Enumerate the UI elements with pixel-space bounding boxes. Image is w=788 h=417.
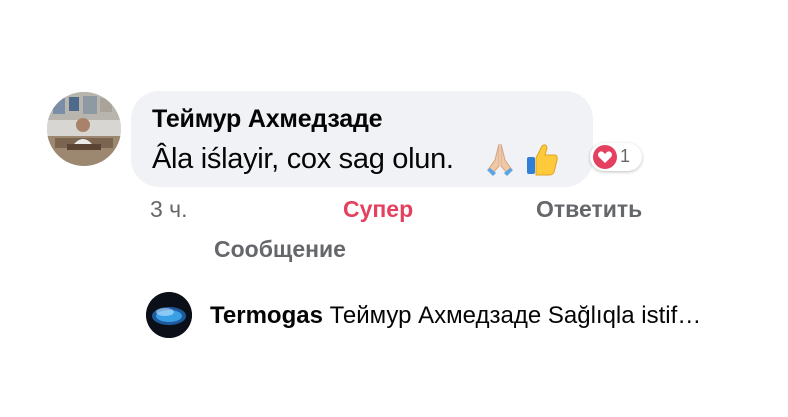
reply-author-name[interactable]: Termogas [210,302,323,329]
comment-timestamp[interactable]: 3 ч. [150,196,188,223]
heart-icon [593,145,617,169]
super-reaction-button[interactable]: Супер [343,196,413,223]
reply-preview-text: Теймур Ахмедзаде Sağlıqla istif… [329,302,702,329]
commenter-avatar[interactable] [47,92,121,166]
thumbs-up-icon [527,144,558,176]
termogas-logo-icon [146,292,192,338]
message-button[interactable]: Сообщение [214,236,346,263]
reaction-count: 1 [620,146,631,166]
reply-author-avatar[interactable] [146,292,192,338]
comment-author-name[interactable]: Теймур Ахмедзаде [152,105,383,134]
folded-hands-icon [487,143,513,176]
comment-text: Âla iślayir, cox sag olun. [152,143,454,175]
reply-button[interactable]: Ответить [536,196,642,223]
reply-preview[interactable]: Termogas Теймур Ахмедзаде Sağlıqla istif… [210,302,701,330]
avatar-photo [47,92,121,166]
reaction-badge[interactable]: 1 [590,143,642,171]
